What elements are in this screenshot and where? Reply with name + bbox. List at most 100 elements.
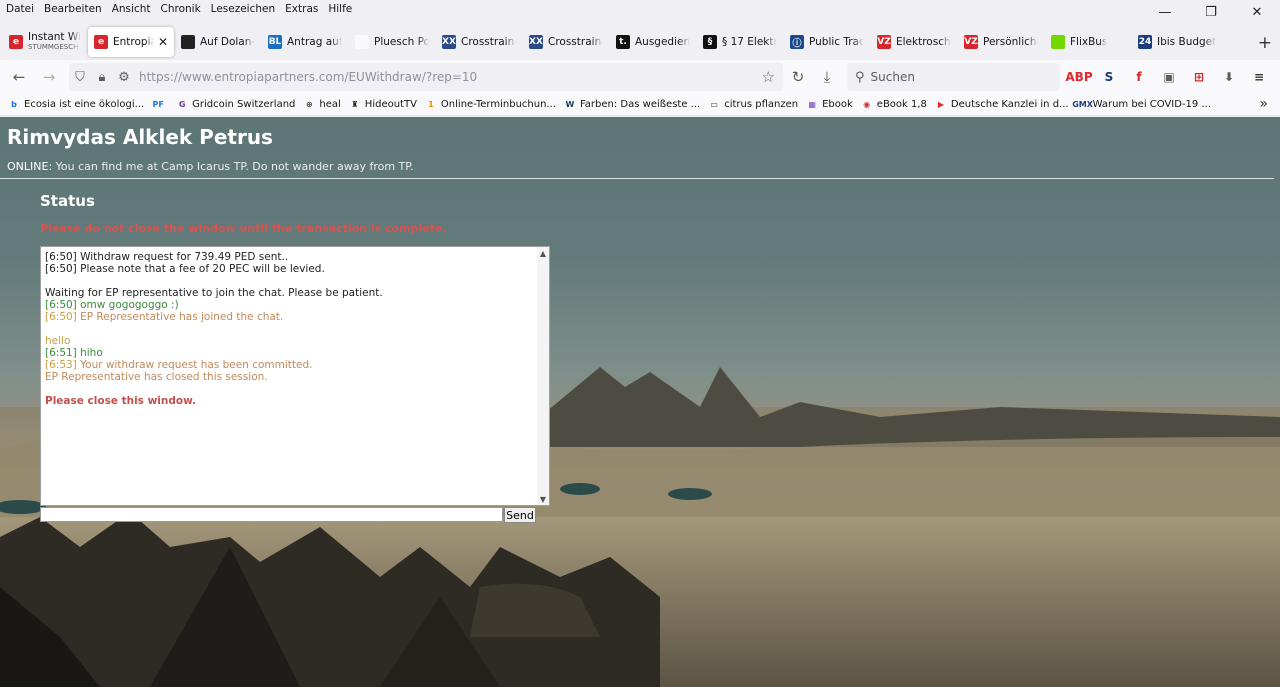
extension-1-icon[interactable]: S — [1096, 63, 1122, 91]
tab-title: FlixBus — [1070, 36, 1108, 48]
extension-4-icon[interactable]: ⊞ — [1186, 63, 1212, 91]
bookmark-6[interactable]: W Farben: Das weißeste ... — [564, 99, 701, 111]
bookmark-5[interactable]: 1 Online-Terminbuchun... — [425, 99, 556, 111]
tab-9[interactable]: ⓘ Public Track — [784, 27, 870, 57]
tab-12[interactable]: FlixBus — [1045, 27, 1131, 57]
bookmark-label: Deutsche Kanzlei in d... — [950, 99, 1069, 110]
menu-item-bearbeiten[interactable]: Bearbeiten — [39, 3, 107, 15]
reload-icon[interactable]: ↻ — [783, 62, 813, 92]
bookmark-4[interactable]: ♜ HideoutTV — [349, 99, 417, 111]
search-placeholder: Suchen — [870, 70, 915, 84]
chat-message: [6:50] omw gogogoggo :) — [45, 299, 179, 311]
bookmark-10[interactable]: ▶ Deutsche Kanzlei in d... — [935, 99, 1069, 111]
bookmark-9[interactable]: ◉ eBook 1,8 — [861, 99, 927, 111]
forward-icon[interactable]: → — [34, 62, 64, 92]
minimize-icon[interactable]: — — [1142, 0, 1188, 24]
tab-3[interactable]: BL Antrag auf S — [262, 27, 348, 57]
tab-1[interactable]: e Entropia ✕ — [88, 27, 174, 57]
tracking-shield-icon[interactable]: ⛉ — [69, 70, 91, 85]
tab-subtitle: STUMMGESCH — [28, 43, 79, 51]
tab-6[interactable]: XX Crosstrainer — [523, 27, 609, 57]
tab-2[interactable]: Auf Dolan-J — [175, 27, 261, 57]
extension-6-icon[interactable]: ≡ — [1246, 63, 1272, 91]
tab-favicon-icon: 24 — [1138, 35, 1152, 49]
bookmark-7[interactable]: ▭ citrus pflanzen — [708, 99, 798, 111]
status-heading: Status — [40, 192, 95, 210]
chat-log[interactable]: [6:50] Withdraw request for 739.49 PED s… — [40, 246, 550, 506]
chat-lines: [6:50] Withdraw request for 739.49 PED s… — [45, 251, 535, 407]
scroll-up-icon[interactable]: ▲ — [537, 247, 549, 259]
send-button[interactable]: Send — [504, 507, 536, 523]
bookmark-2[interactable]: G Gridcoin Switzerland — [176, 99, 296, 111]
tab-0[interactable]: e Instant WithSTUMMGESCH — [3, 27, 87, 57]
tab-title: Elektroschro — [896, 36, 951, 48]
menu-item-extras[interactable]: Extras — [280, 3, 323, 15]
tab-favicon-icon — [181, 35, 195, 49]
tab-title: Entropia — [113, 36, 154, 48]
tab-favicon-icon: e — [94, 35, 108, 49]
bookmark-favicon-icon: PF — [152, 100, 164, 109]
online-message: You can find me at Camp Icarus TP. Do no… — [55, 160, 414, 173]
tab-favicon-icon: t. — [616, 35, 630, 49]
chat-message: EP Representative has closed this sessio… — [45, 371, 268, 383]
bookmark-0[interactable]: b Ecosia ist eine ökologi... — [8, 99, 144, 111]
menu-item-hilfe[interactable]: Hilfe — [323, 3, 357, 15]
lock-icon[interactable]: 🔒︎ — [91, 70, 113, 85]
bookmark-11[interactable]: GMX Warum bei COVID-19 ... — [1072, 99, 1211, 111]
url-bar[interactable]: ⛉ 🔒︎ ⚙ https://www.entropiapartners.com/… — [69, 63, 783, 91]
tab-title: Ausgediente — [635, 36, 690, 48]
restore-icon[interactable]: ❐ — [1188, 0, 1234, 24]
menu-item-datei[interactable]: Datei — [0, 3, 39, 15]
new-tab-icon[interactable]: + — [1258, 33, 1272, 53]
tab-title: Instant With — [28, 32, 81, 43]
chat-spacer — [45, 383, 535, 395]
bookmark-3[interactable]: ⊕ heal — [303, 99, 341, 111]
tab-5[interactable]: XX Crosstrainer — [436, 27, 522, 57]
menu-item-lesezeichen[interactable]: Lesezeichen — [206, 3, 281, 15]
bookmark-label: Gridcoin Switzerland — [192, 99, 296, 110]
tab-13[interactable]: 24 Ibis Budget — [1132, 27, 1222, 57]
chat-line: [6:53] Your withdraw request has been co… — [45, 359, 535, 371]
scroll-down-icon[interactable]: ▼ — [537, 493, 549, 505]
tab-favicon-icon: VZ — [964, 35, 978, 49]
navigation-toolbar: ← → ⛉ 🔒︎ ⚙ https://www.entropiapartners.… — [0, 60, 1280, 94]
bookmark-favicon-icon: GMX — [1072, 100, 1093, 109]
bookmark-favicon-icon: ▭ — [710, 100, 718, 109]
bookmark-1[interactable]: PF — [152, 99, 168, 111]
extension-5-icon[interactable]: ⬇ — [1216, 63, 1242, 91]
tab-4[interactable]: Pluesch Power u — [349, 27, 435, 57]
menu-item-chronik[interactable]: Chronik — [156, 3, 206, 15]
download-icon[interactable]: ⤓ — [812, 62, 842, 92]
chat-line: Please close this window. — [45, 395, 535, 407]
chat-spacer — [45, 275, 535, 287]
search-bar[interactable]: ⚲ Suchen — [847, 63, 1060, 91]
menu-bar: Datei Bearbeiten Ansicht Chronik Lesezeichen… — [0, 0, 1280, 17]
chat-line: EP Representative has closed this sessio… — [45, 371, 535, 383]
tab-10[interactable]: VZ Elektroschro — [871, 27, 957, 57]
extension-3-icon[interactable]: ▣ — [1156, 63, 1182, 91]
extension-0-icon[interactable]: ABP — [1065, 63, 1092, 91]
chat-input[interactable] — [40, 507, 503, 522]
chat-message: EP Representative has joined the chat. — [80, 311, 284, 323]
extension-2-icon[interactable]: f — [1126, 63, 1152, 91]
tab-title: Pluesch Power u — [374, 36, 429, 48]
permissions-icon[interactable]: ⚙ — [113, 70, 135, 85]
bookmark-favicon-icon: ⊕ — [306, 100, 313, 109]
bookmark-label: eBook 1,8 — [876, 99, 927, 110]
chat-scrollbar[interactable]: ▲ ▼ — [537, 247, 549, 505]
tab-title: Auf Dolan-J — [200, 36, 255, 48]
chat-line: [6:50] Withdraw request for 739.49 PED s… — [45, 251, 535, 263]
divider — [0, 178, 1274, 179]
tab-7[interactable]: t. Ausgediente — [610, 27, 696, 57]
back-icon[interactable]: ← — [4, 62, 34, 92]
bookmarks-overflow-icon[interactable]: » — [1259, 96, 1268, 112]
close-tab-icon[interactable]: ✕ — [158, 35, 168, 49]
menu-item-ansicht[interactable]: Ansicht — [107, 3, 156, 15]
bookmark-label: Farben: Das weißeste ... — [579, 99, 701, 110]
bookmark-star-icon[interactable]: ☆ — [762, 68, 775, 86]
tab-11[interactable]: VZ Persönliche — [958, 27, 1044, 57]
tab-title: Ibis Budget — [1157, 36, 1216, 48]
bookmark-8[interactable]: ▦ Ebook — [806, 99, 852, 111]
close-window-icon[interactable]: ✕ — [1234, 0, 1280, 24]
tab-8[interactable]: § § 17 Elektro — [697, 27, 783, 57]
